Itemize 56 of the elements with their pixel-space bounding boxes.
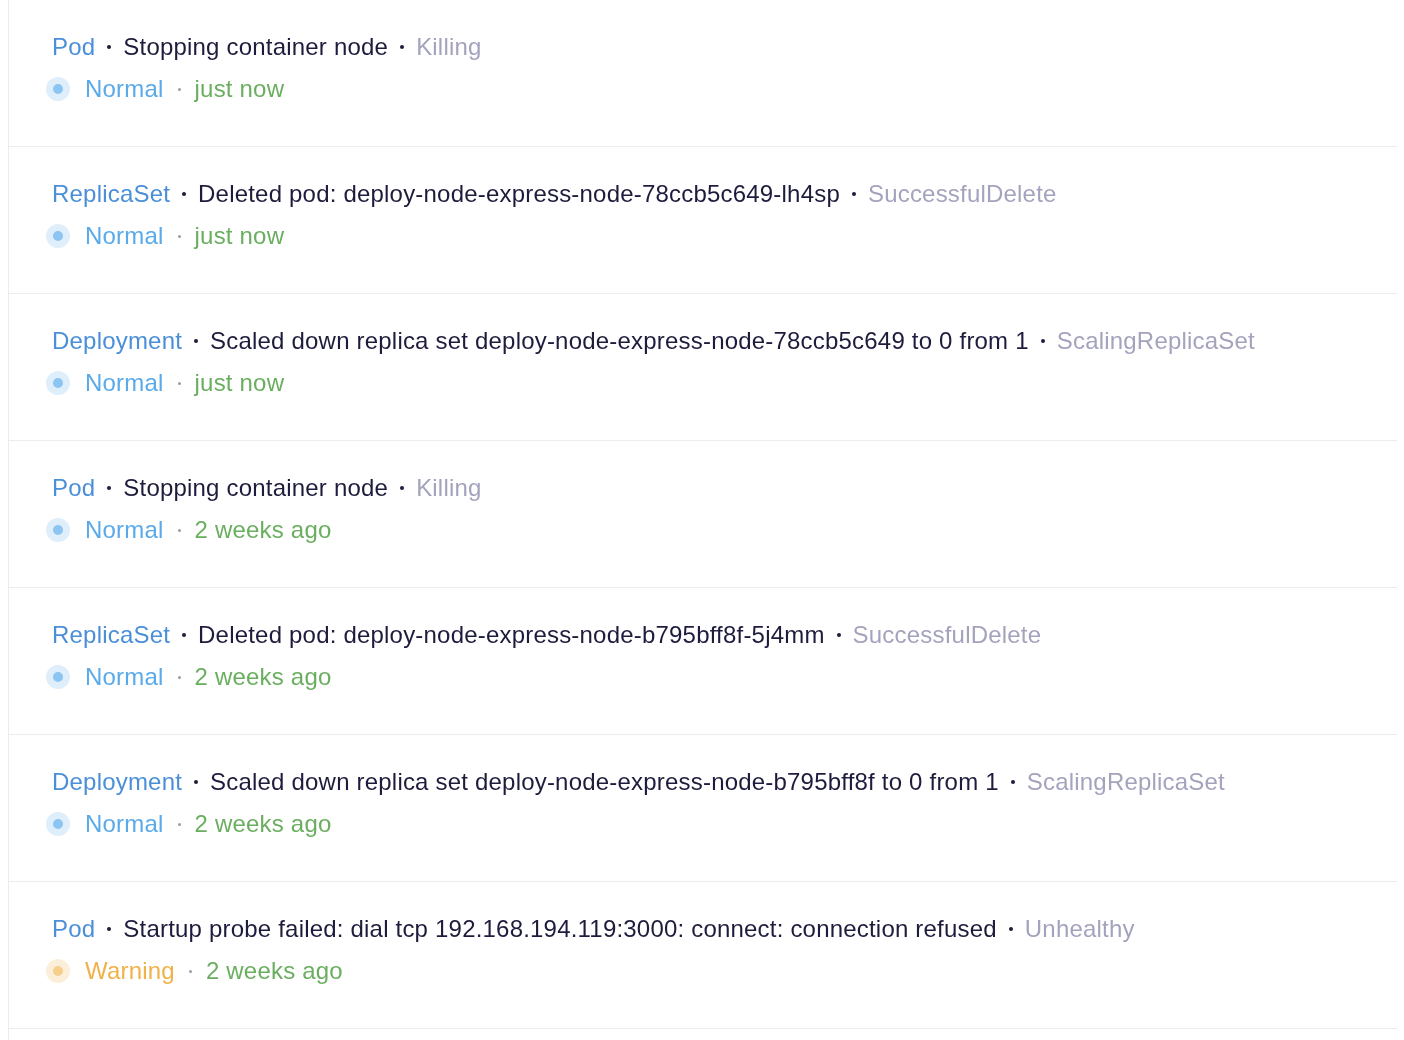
event-message: Scaled down replica set deploy-node-express-node-b795bff8f to 0 from 1 — [210, 768, 999, 796]
separator-dot — [177, 528, 181, 532]
event-time: 2 weeks ago — [205, 957, 343, 985]
separator-dot — [836, 633, 841, 637]
separator-dot — [194, 780, 199, 784]
event-type: Normal — [85, 369, 164, 397]
event-message: Startup probe failed: dial tcp 192.168.194.119:3000: connect: connection refused — [123, 915, 997, 943]
event-source: ReplicaSet — [52, 621, 171, 649]
event-source: Pod — [52, 474, 96, 502]
event-message: Stopping container node — [123, 33, 389, 61]
event-time: 2 weeks ago — [194, 663, 332, 691]
event-source: Deployment — [52, 768, 183, 796]
separator-dot — [177, 87, 181, 91]
event-message: Scaled down replica set deploy-node-express-node-78ccb5c649 to 0 from 1 — [210, 327, 1029, 355]
event-type: Normal — [85, 810, 164, 838]
event-reason: SuccessfulDelete — [867, 180, 1057, 208]
event-message: Stopping container node — [123, 474, 389, 502]
event-reason: SuccessfulDelete — [852, 621, 1042, 649]
event-reason: Unhealthy — [1024, 915, 1135, 943]
event-reason: ScalingReplicaSet — [1026, 768, 1225, 796]
separator-dot — [400, 45, 405, 49]
separator-dot — [188, 969, 192, 973]
event-time: just now — [194, 222, 285, 250]
separator-dot — [1010, 780, 1015, 784]
separator-dot — [177, 234, 181, 238]
event-source: Pod — [52, 33, 96, 61]
event-reason: Killing — [416, 33, 482, 61]
event-source: Deployment — [52, 327, 183, 355]
separator-dot — [851, 192, 856, 196]
separator-dot — [194, 339, 199, 343]
separator-dot — [107, 486, 112, 490]
event-message: Deleted pod: deploy-node-express-node-b795bff8f-5j4mm — [198, 621, 825, 649]
separator-dot — [177, 822, 181, 826]
event-type: Normal — [85, 516, 164, 544]
event-type: Warning — [85, 957, 175, 985]
separator-dot — [107, 45, 112, 49]
event-time: 2 weeks ago — [194, 810, 332, 838]
event-type: Normal — [85, 75, 164, 103]
event-type: Normal — [85, 663, 164, 691]
separator-dot — [177, 381, 181, 385]
separator-dot — [182, 633, 187, 637]
event-source: Pod — [52, 915, 96, 943]
separator-dot — [182, 192, 187, 196]
separator-dot — [1008, 927, 1013, 931]
event-source: ReplicaSet — [52, 180, 171, 208]
separator-dot — [1040, 339, 1045, 343]
event-time: just now — [194, 75, 285, 103]
separator-dot — [107, 927, 112, 931]
event-time: just now — [194, 369, 285, 397]
separator-dot — [400, 486, 405, 490]
event-message: Deleted pod: deploy-node-express-node-78ccb5c649-lh4sp — [198, 180, 840, 208]
event-type: Normal — [85, 222, 164, 250]
event-reason: Killing — [416, 474, 482, 502]
event-reason: ScalingReplicaSet — [1056, 327, 1255, 355]
separator-dot — [177, 675, 181, 679]
event-time: 2 weeks ago — [194, 516, 332, 544]
